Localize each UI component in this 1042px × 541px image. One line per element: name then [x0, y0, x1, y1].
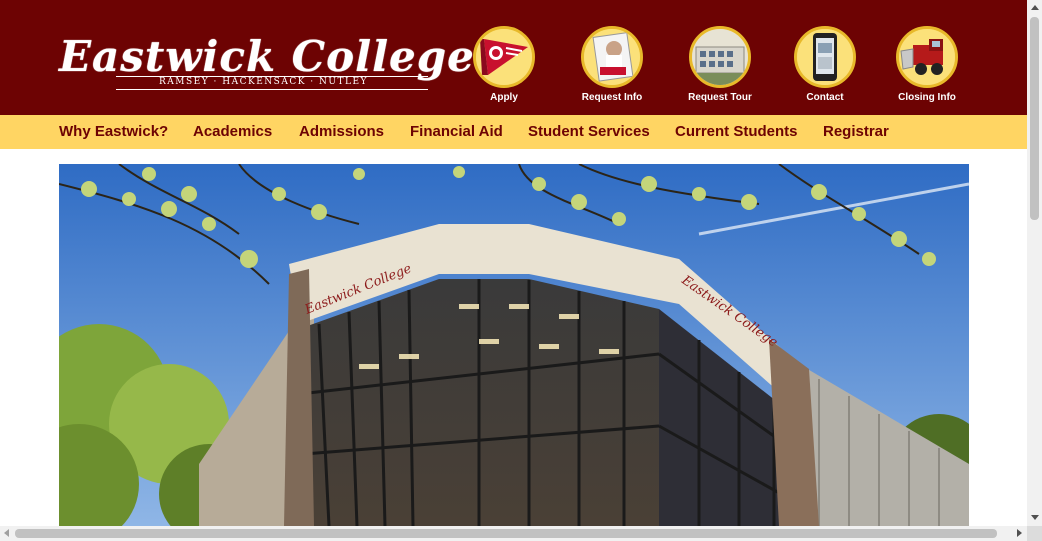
- nav-item-academics[interactable]: Academics: [193, 123, 272, 140]
- vertical-scroll-thumb[interactable]: [1030, 17, 1039, 220]
- vertical-scrollbar[interactable]: [1027, 0, 1042, 526]
- snowplow-icon: [896, 26, 958, 88]
- quick-link-label: Request Info: [581, 92, 643, 103]
- logo-subtitle: RAMSEY · HACKENSACK · NUTLEY: [159, 77, 368, 87]
- quick-link-request-info[interactable]: Request Info: [577, 26, 647, 110]
- site-logo[interactable]: Eastwick College RAMSEY · HACKENSACK · N…: [59, 32, 474, 100]
- quick-link-apply[interactable]: Apply: [469, 26, 539, 110]
- scroll-down-arrow-icon[interactable]: [1031, 515, 1039, 520]
- site-header: Eastwick College RAMSEY · HACKENSACK · N…: [0, 0, 1027, 115]
- quick-link-label: Closing Info: [898, 92, 956, 103]
- scroll-left-arrow-icon[interactable]: [4, 529, 9, 537]
- scrollbar-corner: [1027, 526, 1042, 541]
- pennant-icon: [473, 26, 535, 88]
- quick-link-label: Request Tour: [688, 92, 752, 103]
- scroll-right-arrow-icon[interactable]: [1017, 529, 1022, 537]
- horizontal-scrollbar[interactable]: [0, 526, 1027, 541]
- nav-item-student-services[interactable]: Student Services: [528, 123, 650, 140]
- nav-item-financial-aid[interactable]: Financial Aid: [410, 123, 503, 140]
- horizontal-scroll-thumb[interactable]: [15, 529, 997, 538]
- nav-item-why-eastwick[interactable]: Why Eastwick?: [59, 123, 168, 140]
- page-viewport: Eastwick College RAMSEY · HACKENSACK · N…: [0, 0, 1027, 526]
- phone-icon: [794, 26, 856, 88]
- nav-item-registrar[interactable]: Registrar: [823, 123, 889, 140]
- logo-title: Eastwick College: [59, 32, 475, 81]
- building-icon: [689, 26, 751, 88]
- brochure-icon: [581, 26, 643, 88]
- scroll-up-arrow-icon[interactable]: [1031, 5, 1039, 10]
- nav-item-admissions[interactable]: Admissions: [299, 123, 384, 140]
- hero-campus-photo: Eastwick College Eastwick College: [59, 164, 969, 526]
- quick-link-closing-info[interactable]: Closing Info: [892, 26, 962, 110]
- quick-link-request-tour[interactable]: Request Tour: [685, 26, 755, 110]
- logo-rule-bottom: [116, 89, 428, 90]
- quick-link-contact[interactable]: Contact: [790, 26, 860, 110]
- main-navigation: Why Eastwick? Academics Admissions Finan…: [0, 115, 1027, 149]
- quick-link-label: Apply: [490, 92, 518, 103]
- nav-item-current-students[interactable]: Current Students: [675, 123, 798, 140]
- quick-link-label: Contact: [806, 92, 844, 103]
